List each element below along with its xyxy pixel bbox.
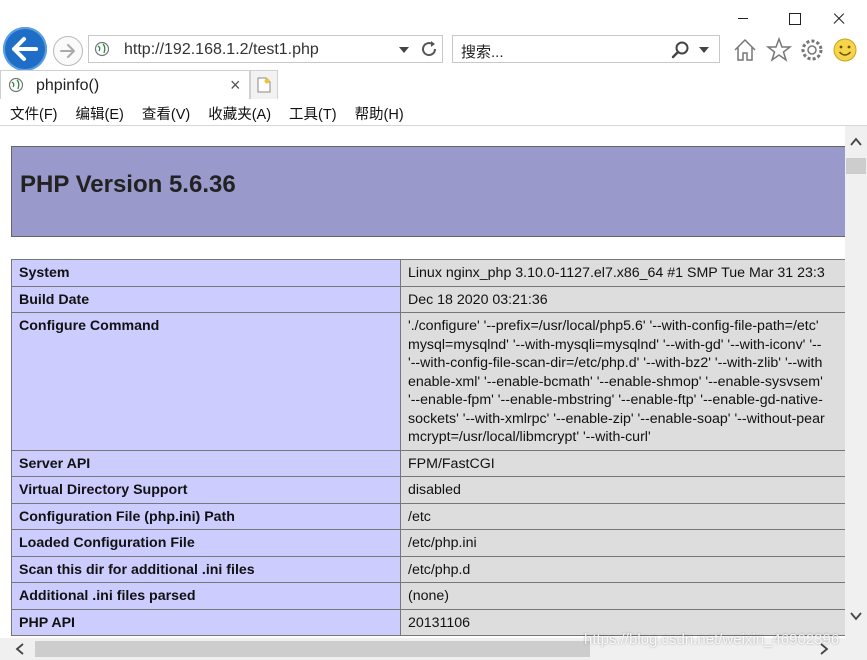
row-value: /etc/php.d [400,555,845,583]
favorites-star-icon[interactable] [766,37,792,63]
page-viewport: PHP Version 5.6.36 System Linux nginx_php… [0,126,845,638]
scroll-left-icon[interactable] [14,643,26,655]
row-value: (none) [400,582,845,610]
row-value: Linux nginx_php 3.10.0-1127.el7.x86_64 #… [400,259,845,287]
new-tab-button[interactable] [250,70,278,100]
address-bar[interactable]: http://192.168.1.2/test1.php [88,35,443,63]
refresh-icon[interactable] [419,39,439,59]
menu-bar: 文件(F) 编辑(E) 查看(V) 收藏夹(A) 工具(T) 帮助(H) [0,99,867,126]
close-window-button[interactable] [825,6,853,32]
table-row: Build Date Dec 18 2020 03:21:36 [11,285,845,313]
row-value-line: /etc/php.ini [408,535,477,551]
horizontal-scroll-thumb[interactable] [35,641,590,657]
menu-favorites[interactable]: 收藏夹(A) [198,99,279,125]
vertical-scroll-thumb[interactable] [846,158,866,174]
home-icon[interactable] [732,37,758,63]
smiley-feedback-icon[interactable] [832,37,858,63]
menu-edit[interactable]: 编辑(E) [66,99,132,125]
close-tab-icon[interactable]: × [230,75,241,96]
table-row: Additional .ini files parsed (none) [11,582,845,610]
gear-icon[interactable] [799,37,825,63]
php-version-header: PHP Version 5.6.36 [11,146,845,237]
row-value-line: '--with-config-file-scan-dir=/etc/php.d'… [408,355,823,371]
menu-view[interactable]: 查看(V) [132,99,198,125]
row-key: PHP API [11,608,401,636]
table-row: Configure Command './configure' '--prefix… [11,312,845,451]
scroll-up-icon[interactable] [850,136,862,148]
maximize-button[interactable] [781,6,809,32]
window-caption [667,0,867,36]
row-value-line: Dec 18 2020 03:21:36 [408,291,548,308]
row-value-line: /etc [408,508,431,525]
chevron-down-icon[interactable] [399,47,409,53]
row-key: Loaded Configuration File [11,529,401,557]
menu-file[interactable]: 文件(F) [0,99,66,125]
phpinfo-table: System Linux nginx_php 3.10.0-1127.el7.x8… [11,259,845,636]
row-value: FPM/FastCGI [400,449,845,477]
row-value-line: Linux nginx_php 3.10.0-1127.el7.x86_64 #… [408,265,825,281]
row-value: /etc/php.ini [400,529,845,557]
row-value: Dec 18 2020 03:21:36 [400,285,845,313]
tab-phpinfo[interactable]: phpinfo() × [0,70,250,100]
forward-button[interactable] [53,36,83,66]
watermark: https://blog.csdn.net/weixin_46902396 [584,631,840,648]
vertical-scrollbar[interactable] [845,126,867,638]
arrow-left-icon [12,37,38,61]
scroll-down-icon[interactable] [850,610,862,622]
row-value: /etc [400,502,845,530]
row-value: './configure' '--prefix=/usr/local/php5.… [400,312,845,451]
row-value-line: 20131106 [408,614,471,631]
row-value-line: disabled [408,482,461,498]
table-row: Scan this dir for additional .ini files /… [11,555,845,583]
menu-tools[interactable]: 工具(T) [279,99,345,125]
row-key: Virtual Directory Support [11,476,401,504]
table-row: Loaded Configuration File/etc/php.ini [11,529,845,557]
tab-title: phpinfo() [36,77,100,94]
table-row: Configuration File (php.ini) Path/etc [11,502,845,530]
row-value-line: '--enable-fpm' '--enable-mbstring' '--en… [408,392,823,408]
row-key: Scan this dir for additional .ini files [11,555,401,583]
row-key: Additional .ini files parsed [11,582,401,610]
arrow-right-icon [60,44,75,58]
table-row: System Linux nginx_php 3.10.0-1127.el7.x8… [11,259,845,287]
row-key: Configuration File (php.ini) Path [11,502,401,530]
page-globe-icon [8,77,24,93]
row-value-line: FPM/FastCGI [408,455,495,472]
row-key: Configure Command [11,312,401,451]
search-input[interactable]: 搜索... [461,41,504,62]
table-row: Server API FPM/FastCGI [11,449,845,477]
scrollbar-corner [845,638,867,660]
url-text[interactable]: http://192.168.1.2/test1.php [124,41,319,59]
row-value-line: (none) [408,588,450,604]
page-title: PHP Version 5.6.36 [20,171,236,198]
menu-help[interactable]: 帮助(H) [345,99,412,125]
row-value-line: enable-xml' '--enable-bcmath' '--enable-… [408,373,823,390]
back-button[interactable] [3,27,47,71]
row-value: disabled [400,476,845,504]
chevron-down-icon[interactable] [699,47,709,53]
minimize-button[interactable] [729,6,757,32]
row-key: Build Date [11,285,401,313]
page-globe-icon [94,41,110,57]
new-page-icon [257,77,271,93]
row-value-line: /etc/php.d [408,561,471,578]
search-icon[interactable] [671,40,691,60]
row-value-line: sockets' '--with-xmlrpc' '--enable-zip' … [408,410,825,427]
row-value-line: mysql=mysqlnd' '--with-mysqli=mysqlnd' '… [408,336,822,353]
table-row: Virtual Directory Support disabled [11,476,845,504]
row-value-line: mcrypt=/usr/local/libmcrypt' '--with-cur… [408,429,651,445]
row-key: Server API [11,449,401,477]
row-value-line: './configure' '--prefix=/usr/local/php5.… [408,318,819,334]
search-box[interactable]: 搜索... [452,35,720,63]
row-key: System [11,259,401,287]
